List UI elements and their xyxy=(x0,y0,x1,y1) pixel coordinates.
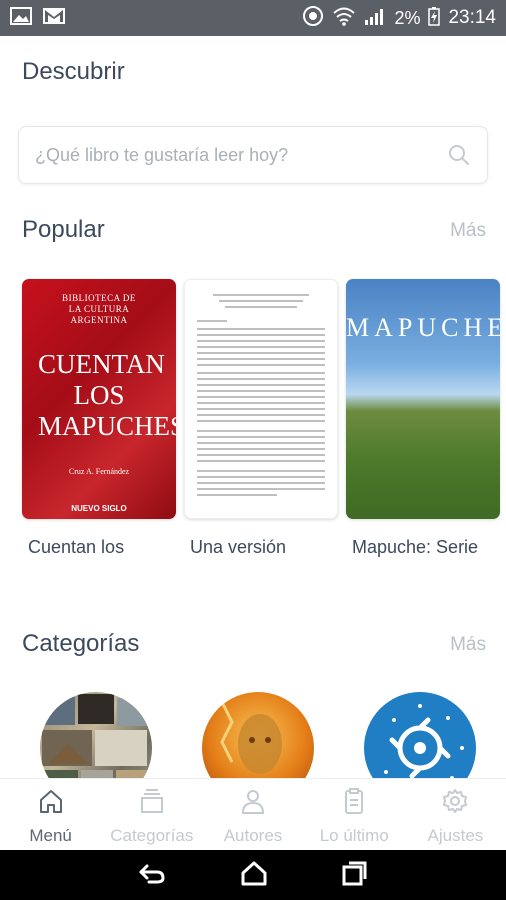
app-content: Descubrir Popular Más BIBLIOTECA DE LA C… xyxy=(0,36,506,778)
cover-title: CUENTAN LOS MAPUCHES xyxy=(38,349,176,441)
user-icon xyxy=(239,787,267,820)
category-item[interactable] xyxy=(364,692,476,778)
popular-books-list: BIBLIOTECA DE LA CULTURA ARGENTINA CUENT… xyxy=(22,279,500,558)
tab-label: Ajustes xyxy=(427,826,484,845)
tab-settings[interactable]: Ajustes xyxy=(405,779,506,850)
search-icon[interactable] xyxy=(447,143,471,167)
search-input[interactable] xyxy=(35,144,447,166)
category-item[interactable] xyxy=(40,692,152,778)
home-icon xyxy=(37,787,65,820)
clipboard-icon xyxy=(340,787,368,820)
wifi-icon xyxy=(332,6,356,31)
search-bar[interactable] xyxy=(18,126,488,184)
system-nav-bar xyxy=(0,850,506,900)
gear-icon xyxy=(441,787,469,820)
tab-categories[interactable]: Categorías xyxy=(101,779,202,850)
book-cover[interactable] xyxy=(184,279,338,519)
tab-authors[interactable]: Autores xyxy=(202,779,303,850)
bottom-tab-bar: Menú Categorías Autores Lo último Ajuste… xyxy=(0,778,506,850)
home-button-icon[interactable] xyxy=(240,859,268,892)
tab-label: Menú xyxy=(29,826,72,845)
category-item[interactable] xyxy=(202,692,314,778)
tab-label: Autores xyxy=(223,826,283,845)
gmail-icon xyxy=(42,7,66,30)
back-icon[interactable] xyxy=(137,861,167,890)
popular-title: Popular xyxy=(22,216,105,243)
cover-title: MAPUCHE xyxy=(346,313,500,342)
book-title: Mapuche: Serie xyxy=(352,537,479,557)
cover-publisher: NUEVO SIGLO xyxy=(71,504,127,513)
battery-percent: 2% xyxy=(394,7,421,28)
battery-charging-icon xyxy=(428,6,441,31)
cover-header: BIBLIOTECA DE LA CULTURA ARGENTINA xyxy=(62,293,136,325)
book-title: Una versión xyxy=(190,537,287,557)
categories-title: Categorías xyxy=(22,630,140,657)
categories-list xyxy=(40,692,506,778)
layers-icon xyxy=(138,787,166,820)
categories-more-link[interactable]: Más xyxy=(450,634,486,656)
signal-icon xyxy=(364,7,386,30)
status-bar: 2% 23:14 xyxy=(0,0,506,36)
popular-more-link[interactable]: Más xyxy=(450,220,486,242)
tab-menu[interactable]: Menú xyxy=(0,779,101,850)
cover-author: Cruz A. Fernández xyxy=(68,467,130,476)
book-title: Cuentan los xyxy=(28,537,125,557)
gallery-icon xyxy=(10,6,32,30)
sync-icon xyxy=(302,5,324,32)
clock: 23:14 xyxy=(448,7,496,28)
book-cover[interactable]: MAPUCHE xyxy=(346,279,500,519)
recents-icon[interactable] xyxy=(341,859,369,892)
book-cover[interactable]: BIBLIOTECA DE LA CULTURA ARGENTINA CUENT… xyxy=(22,279,176,519)
page-title: Descubrir xyxy=(22,58,125,85)
tab-label: Lo último xyxy=(319,826,389,845)
book-item[interactable]: Una versión xyxy=(184,279,338,558)
tab-latest[interactable]: Lo último xyxy=(304,779,405,850)
book-item[interactable]: MAPUCHE Mapuche: Serie xyxy=(346,279,500,558)
book-item[interactable]: BIBLIOTECA DE LA CULTURA ARGENTINA CUENT… xyxy=(22,279,176,558)
tab-label: Categorías xyxy=(110,826,194,845)
